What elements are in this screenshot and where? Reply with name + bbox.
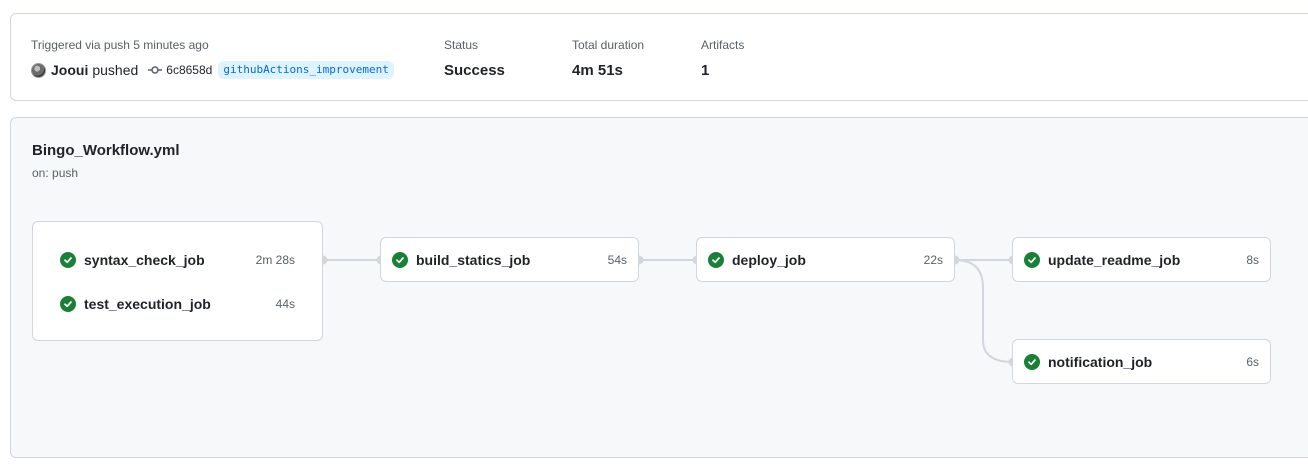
job-syntax-check[interactable]: syntax_check_job xyxy=(60,250,205,270)
trigger-text: Triggered via push 5 minutes ago xyxy=(31,38,209,52)
job-name: build_statics_job xyxy=(416,252,531,268)
connector-line xyxy=(954,259,1014,363)
status-value: Success xyxy=(444,62,505,79)
commit-sha-link[interactable]: 6c8658d xyxy=(166,63,212,77)
job-update-readme[interactable]: update_readme_job 8s xyxy=(1012,237,1271,282)
duration-label: Total duration xyxy=(572,38,645,52)
workflow-title: Bingo_Workflow.yml xyxy=(32,142,180,159)
job-name: test_execution_job xyxy=(84,296,211,312)
job-group-checks: syntax_check_job 2m 28s test_execution_j… xyxy=(32,221,323,341)
success-check-icon xyxy=(708,252,724,268)
actor-link[interactable]: Jooui xyxy=(51,62,88,78)
run-summary-card: Triggered via push 5 minutes ago Jooui p… xyxy=(10,13,1308,101)
job-notification-row: notification_job xyxy=(1024,352,1152,372)
workflow-graph: Bingo_Workflow.yml on: push syntax_check… xyxy=(10,117,1308,458)
success-check-icon xyxy=(1024,252,1040,268)
job-test-execution[interactable]: test_execution_job xyxy=(60,294,211,314)
job-duration: 54s xyxy=(607,253,627,267)
success-check-icon xyxy=(1024,354,1040,370)
branch-label[interactable]: githubActions_improvement xyxy=(218,61,394,79)
success-check-icon xyxy=(392,252,408,268)
job-build-statics[interactable]: build_statics_job 54s xyxy=(380,237,639,282)
artifacts-value[interactable]: 1 xyxy=(701,62,744,80)
duration-value: 4m 51s xyxy=(572,62,623,79)
job-name: update_readme_job xyxy=(1048,252,1181,268)
trigger-section: Triggered via push 5 minutes ago Jooui p… xyxy=(31,38,394,79)
artifacts-label: Artifacts xyxy=(701,38,745,52)
job-build-statics-row: build_statics_job xyxy=(392,250,530,270)
job-duration: 6s xyxy=(1246,355,1259,369)
success-check-icon xyxy=(60,252,76,268)
workflow-trigger: on: push xyxy=(32,166,79,180)
action-text: pushed xyxy=(92,62,139,78)
duration-section: Total duration 4m 51s xyxy=(572,38,644,80)
job-deploy-row: deploy_job xyxy=(708,250,806,270)
git-commit-icon xyxy=(148,65,163,75)
artifacts-section: Artifacts 1 xyxy=(701,38,744,80)
job-duration: 8s xyxy=(1246,253,1259,267)
success-check-icon xyxy=(60,296,76,312)
job-update-readme-row: update_readme_job xyxy=(1024,250,1180,270)
job-duration: 2m 28s xyxy=(255,253,295,267)
job-duration: 22s xyxy=(923,253,943,267)
job-notification[interactable]: notification_job 6s xyxy=(1012,339,1271,384)
status-label: Status xyxy=(444,38,479,52)
trigger-details: Jooui pushed 6c8658d githubActions_impro… xyxy=(31,61,394,79)
job-deploy[interactable]: deploy_job 22s xyxy=(696,237,955,282)
job-name: syntax_check_job xyxy=(84,252,205,268)
job-name: deploy_job xyxy=(732,252,806,268)
job-name: notification_job xyxy=(1048,354,1153,370)
job-duration: 44s xyxy=(275,297,295,311)
status-section: Status Success xyxy=(444,38,505,80)
avatar[interactable] xyxy=(31,62,46,78)
